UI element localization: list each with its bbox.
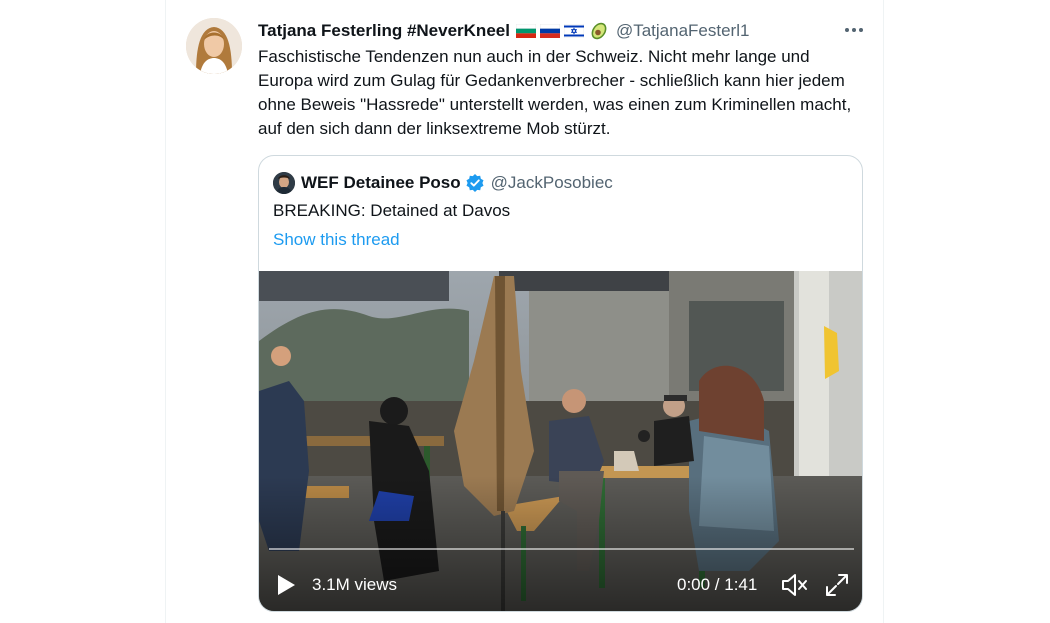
quoted-tweet-header: WEF Detainee Poso @JackPosobiec <box>273 172 613 194</box>
timeline-left-border <box>165 0 166 623</box>
quoted-author-handle: @JackPosobiec <box>490 173 613 192</box>
flag-bulgaria-icon <box>515 23 537 38</box>
author-emoji-group <box>515 21 610 41</box>
fullscreen-icon[interactable] <box>825 573 849 597</box>
timeline-right-border <box>883 0 884 623</box>
mute-icon[interactable] <box>780 572 808 598</box>
verified-badge-icon <box>465 173 485 193</box>
more-options-icon[interactable] <box>840 20 868 40</box>
video-player[interactable]: 3.1M views 0:00 / 1:41 <box>259 271 862 611</box>
quoted-tweet-text: BREAKING: Detained at Davos <box>273 201 511 220</box>
author-handle[interactable]: @TatjanaFesterl1 <box>616 21 750 41</box>
tweet-text: Faschistische Tendenzen nun auch in der … <box>258 47 852 138</box>
video-thumbnail <box>259 271 862 611</box>
video-progress-bar[interactable] <box>269 548 854 550</box>
author-name[interactable]: Tatjana Festerling #NeverKneel <box>258 21 510 41</box>
quoted-author-avatar <box>273 172 295 194</box>
flag-israel-icon <box>563 23 585 39</box>
tweet-header: Tatjana Festerling #NeverKneel @TatjanaF… <box>258 18 749 44</box>
show-thread-link[interactable]: Show this thread <box>273 230 400 250</box>
play-icon[interactable] <box>275 573 297 597</box>
quoted-author-name: WEF Detainee Poso <box>301 173 461 192</box>
quoted-tweet-card[interactable]: WEF Detainee Poso @JackPosobiec BREAKING… <box>258 155 863 612</box>
video-view-count: 3.1M views <box>312 575 398 594</box>
flag-russia-icon <box>539 23 561 38</box>
video-time: 0:00 / 1:41 <box>677 575 758 594</box>
avocado-icon <box>588 21 610 41</box>
author-avatar[interactable] <box>186 18 242 74</box>
